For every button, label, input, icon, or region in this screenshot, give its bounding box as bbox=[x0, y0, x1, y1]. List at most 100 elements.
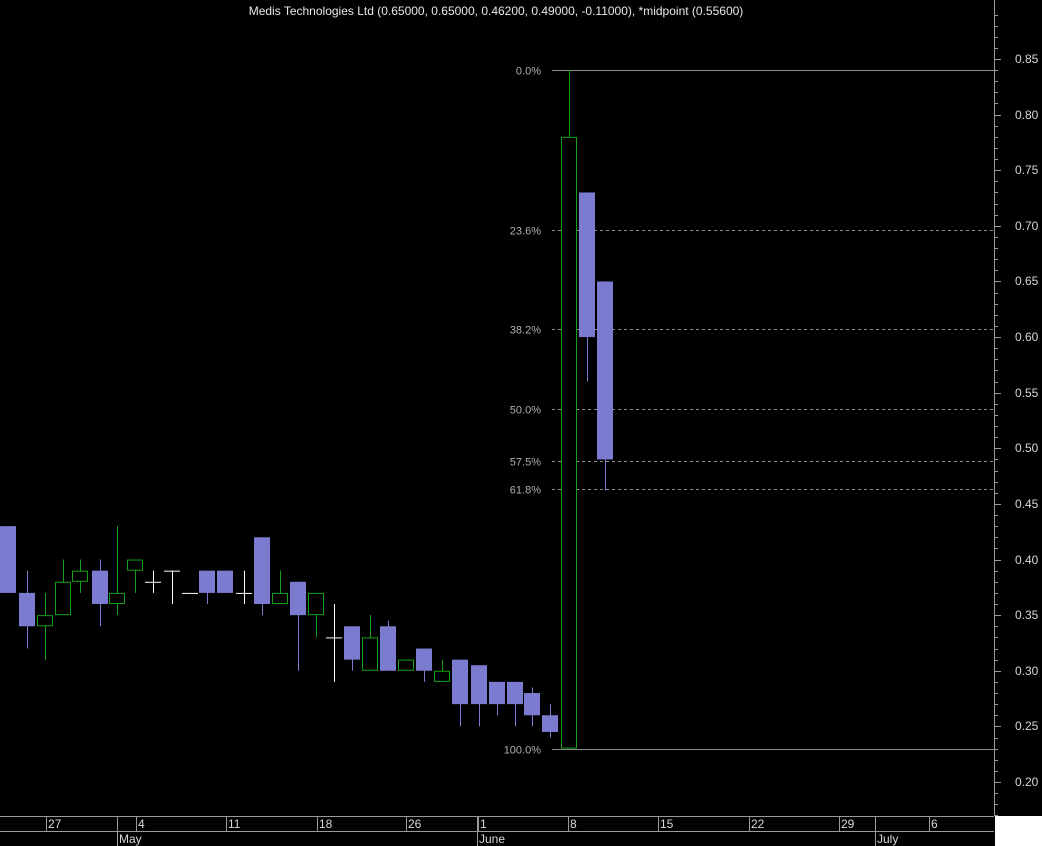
candle bbox=[0, 526, 16, 593]
price-tick-label: 0.40 bbox=[1015, 553, 1039, 567]
candle bbox=[145, 570, 161, 593]
candle-body bbox=[561, 136, 577, 749]
candle bbox=[164, 570, 180, 605]
candle bbox=[524, 687, 540, 727]
candle bbox=[471, 665, 487, 727]
candle bbox=[290, 581, 306, 671]
candle-body bbox=[398, 659, 414, 671]
candle-body bbox=[254, 537, 270, 605]
candle-body bbox=[507, 681, 523, 705]
candle-body bbox=[217, 570, 233, 593]
date-tick-label: 1 bbox=[480, 817, 487, 831]
candle bbox=[597, 281, 613, 491]
candle-body bbox=[380, 626, 396, 671]
candle bbox=[434, 659, 450, 682]
candle bbox=[579, 192, 595, 382]
candle-body bbox=[19, 592, 35, 627]
candle-body bbox=[579, 192, 595, 338]
candle bbox=[452, 659, 468, 727]
candle bbox=[127, 559, 143, 593]
fib-level-label: 61.8% bbox=[510, 485, 541, 497]
candle bbox=[236, 570, 252, 605]
candle-body bbox=[0, 526, 16, 593]
candle-body bbox=[471, 665, 487, 705]
price-tick-label: 0.65 bbox=[1015, 274, 1039, 288]
price-tick-label: 0.35 bbox=[1015, 608, 1039, 622]
candle bbox=[489, 681, 505, 716]
price-tick-label: 0.50 bbox=[1015, 441, 1039, 455]
price-tick-label: 0.85 bbox=[1015, 52, 1039, 66]
month-label: June bbox=[479, 832, 505, 846]
candle-body bbox=[308, 592, 324, 616]
candle bbox=[199, 570, 215, 605]
month-label: July bbox=[877, 832, 898, 846]
fib-level-label: 38.2% bbox=[510, 325, 541, 337]
candle bbox=[561, 70, 577, 749]
candle-body bbox=[55, 581, 71, 616]
price-tick-label: 0.75 bbox=[1015, 163, 1039, 177]
candle-body bbox=[524, 693, 540, 716]
candlestick-chart: 0.0% 23.6% 38.2% 50.0% 57.5% 61.8% 100.0% 0.85… bbox=[0, 0, 1042, 846]
candle bbox=[19, 570, 35, 649]
candle-body bbox=[199, 570, 215, 593]
date-tick-label: 26 bbox=[408, 817, 422, 831]
date-tick-label: 4 bbox=[138, 817, 145, 831]
candle bbox=[507, 681, 523, 727]
price-tick-label: 0.30 bbox=[1015, 664, 1039, 678]
candle-body bbox=[344, 626, 360, 660]
candle-body bbox=[290, 581, 306, 616]
candle bbox=[542, 704, 558, 738]
candle-body bbox=[597, 281, 613, 460]
candle bbox=[55, 559, 71, 616]
candle-body bbox=[362, 637, 378, 671]
date-tick-label: 29 bbox=[841, 817, 855, 831]
candle-body bbox=[109, 592, 125, 605]
candle-body bbox=[434, 670, 450, 682]
candle-body bbox=[92, 570, 108, 605]
date-tick-label: 11 bbox=[228, 817, 241, 831]
date-tick-label: 22 bbox=[751, 817, 765, 831]
candle-body bbox=[416, 648, 432, 671]
month-label: May bbox=[119, 832, 142, 846]
candle bbox=[72, 559, 88, 593]
candle bbox=[380, 620, 396, 671]
candle bbox=[416, 648, 432, 682]
candle bbox=[217, 570, 233, 593]
candle-body bbox=[542, 715, 558, 732]
date-axis: 27 4 11 18 26 1 8 15 22 29 6May June July bbox=[0, 816, 994, 846]
chart-title: Medis Technologies Ltd (0.65000, 0.65000… bbox=[249, 4, 744, 18]
candle bbox=[398, 659, 414, 671]
candle-body bbox=[127, 559, 143, 571]
price-tick-label: 0.20 bbox=[1015, 775, 1039, 789]
fib-level-label: 0.0% bbox=[516, 66, 541, 78]
price-tick-label: 0.25 bbox=[1015, 719, 1039, 733]
fib-level-label: 100.0% bbox=[504, 745, 542, 757]
fib-level-label: 50.0% bbox=[510, 405, 541, 417]
price-tick-label: 0.60 bbox=[1015, 330, 1039, 344]
candle bbox=[92, 559, 108, 627]
fib-level-label: 57.5% bbox=[510, 457, 541, 469]
candle-body bbox=[272, 592, 288, 605]
price-tick-label: 0.45 bbox=[1015, 497, 1039, 511]
candle bbox=[326, 604, 342, 682]
candle bbox=[308, 592, 324, 638]
candle bbox=[109, 526, 125, 616]
candle bbox=[254, 537, 270, 616]
candle bbox=[182, 592, 198, 594]
fib-level-label: 23.6% bbox=[510, 226, 541, 238]
candle-body bbox=[452, 659, 468, 705]
candle-body bbox=[72, 570, 88, 582]
date-tick-label: 15 bbox=[660, 817, 674, 831]
candle bbox=[362, 615, 378, 671]
candle bbox=[344, 626, 360, 671]
price-axis: 0.85 0.80 0.75 0.70 0.65 0.60 0.55 0.50 0.45 0.40… bbox=[994, 0, 1039, 816]
price-tick-label: 0.70 bbox=[1015, 219, 1039, 233]
price-tick-label: 0.80 bbox=[1015, 108, 1039, 122]
candle bbox=[37, 592, 53, 660]
candle-body bbox=[489, 681, 505, 705]
date-tick-label: 27 bbox=[48, 817, 62, 831]
candle-body bbox=[37, 615, 53, 627]
price-tick-label: 0.55 bbox=[1015, 386, 1039, 400]
date-tick-label: 8 bbox=[570, 817, 577, 831]
corner-panel bbox=[995, 816, 1042, 846]
